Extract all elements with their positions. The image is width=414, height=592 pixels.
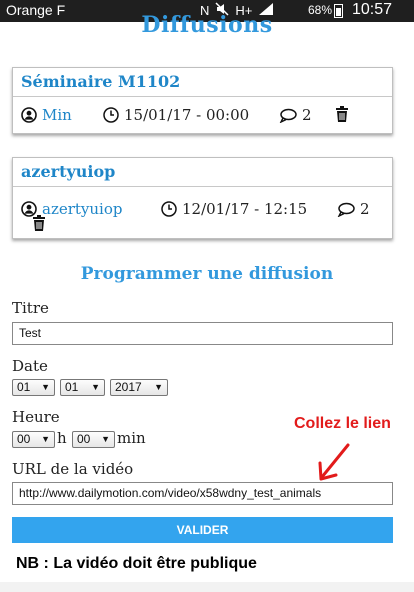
clock-icon [103, 107, 119, 123]
title-input[interactable]: Test [12, 322, 393, 345]
schedule-heading: Programmer une diffusion [80, 264, 334, 284]
time-minute-select[interactable]: 00 ▼ [72, 431, 115, 448]
date-day-value: 01 [17, 380, 31, 394]
datetime-text: 12/01/17 - 12:15 [182, 200, 308, 218]
broadcast-comments: 2 [337, 200, 370, 218]
delete-button[interactable] [32, 215, 51, 231]
validate-button[interactable]: VALIDER [12, 517, 393, 543]
date-label: Date [12, 357, 48, 375]
time-minute-value: 00 [77, 432, 91, 446]
date-month-value: 01 [65, 380, 79, 394]
broadcast-card: Séminaire M1102 Min 15/01/17 - 00:00 2 [12, 67, 393, 134]
dropdown-arrow-icon: ▼ [91, 382, 100, 392]
user-link[interactable]: Min [42, 106, 72, 124]
time-label: Heure [12, 408, 60, 426]
datetime-text: 15/01/17 - 00:00 [124, 106, 250, 124]
paste-link-annotation: Collez le lien [294, 415, 391, 432]
trash-icon[interactable] [335, 106, 349, 122]
comment-count: 2 [360, 200, 370, 218]
trash-icon[interactable] [32, 215, 46, 231]
title-label: Titre [12, 299, 49, 317]
time-hour-select[interactable]: 00 ▼ [12, 431, 55, 448]
date-month-select[interactable]: 01 ▼ [60, 379, 105, 396]
dropdown-arrow-icon: ▼ [41, 382, 50, 392]
dropdown-arrow-icon: ▼ [41, 434, 50, 444]
broadcast-user: Min [21, 106, 72, 124]
broadcast-title-link[interactable]: Séminaire M1102 [21, 68, 392, 96]
url-label: URL de la vidéo [12, 460, 134, 478]
date-year-select[interactable]: 2017 ▼ [110, 379, 168, 396]
date-day-select[interactable]: 01 ▼ [12, 379, 55, 396]
dropdown-arrow-icon: ▼ [101, 434, 110, 444]
delete-button[interactable] [335, 106, 354, 122]
url-input[interactable]: http://www.dailymotion.com/video/x58wdny… [12, 482, 393, 505]
broadcast-card: azertyuiop azertyuiop 12/01/17 - 12:15 2 [12, 157, 393, 239]
user-link[interactable]: azertyuiop [42, 200, 123, 218]
broadcast-comments: 2 [279, 106, 312, 124]
page-title: Diffusions [141, 12, 273, 38]
dropdown-arrow-icon: ▼ [154, 382, 163, 392]
broadcast-title-link[interactable]: azertyuiop [21, 158, 392, 186]
bottom-bar [0, 582, 414, 592]
minute-unit: min [117, 429, 146, 447]
card-header: Séminaire M1102 [13, 68, 392, 97]
public-video-note: NB : La vidéo doit être publique [16, 555, 257, 572]
broadcast-datetime: 12/01/17 - 12:15 [161, 200, 307, 218]
clock-icon [161, 201, 177, 217]
date-year-value: 2017 [115, 380, 142, 394]
comment-icon [337, 202, 355, 217]
red-arrow-icon [318, 443, 350, 481]
hour-unit: h [57, 429, 67, 447]
broadcast-datetime: 15/01/17 - 00:00 [103, 106, 249, 124]
user-icon [21, 107, 37, 123]
comment-count: 2 [302, 106, 312, 124]
comment-icon [279, 108, 297, 123]
card-header: azertyuiop [13, 158, 392, 187]
time-hour-value: 00 [17, 432, 31, 446]
